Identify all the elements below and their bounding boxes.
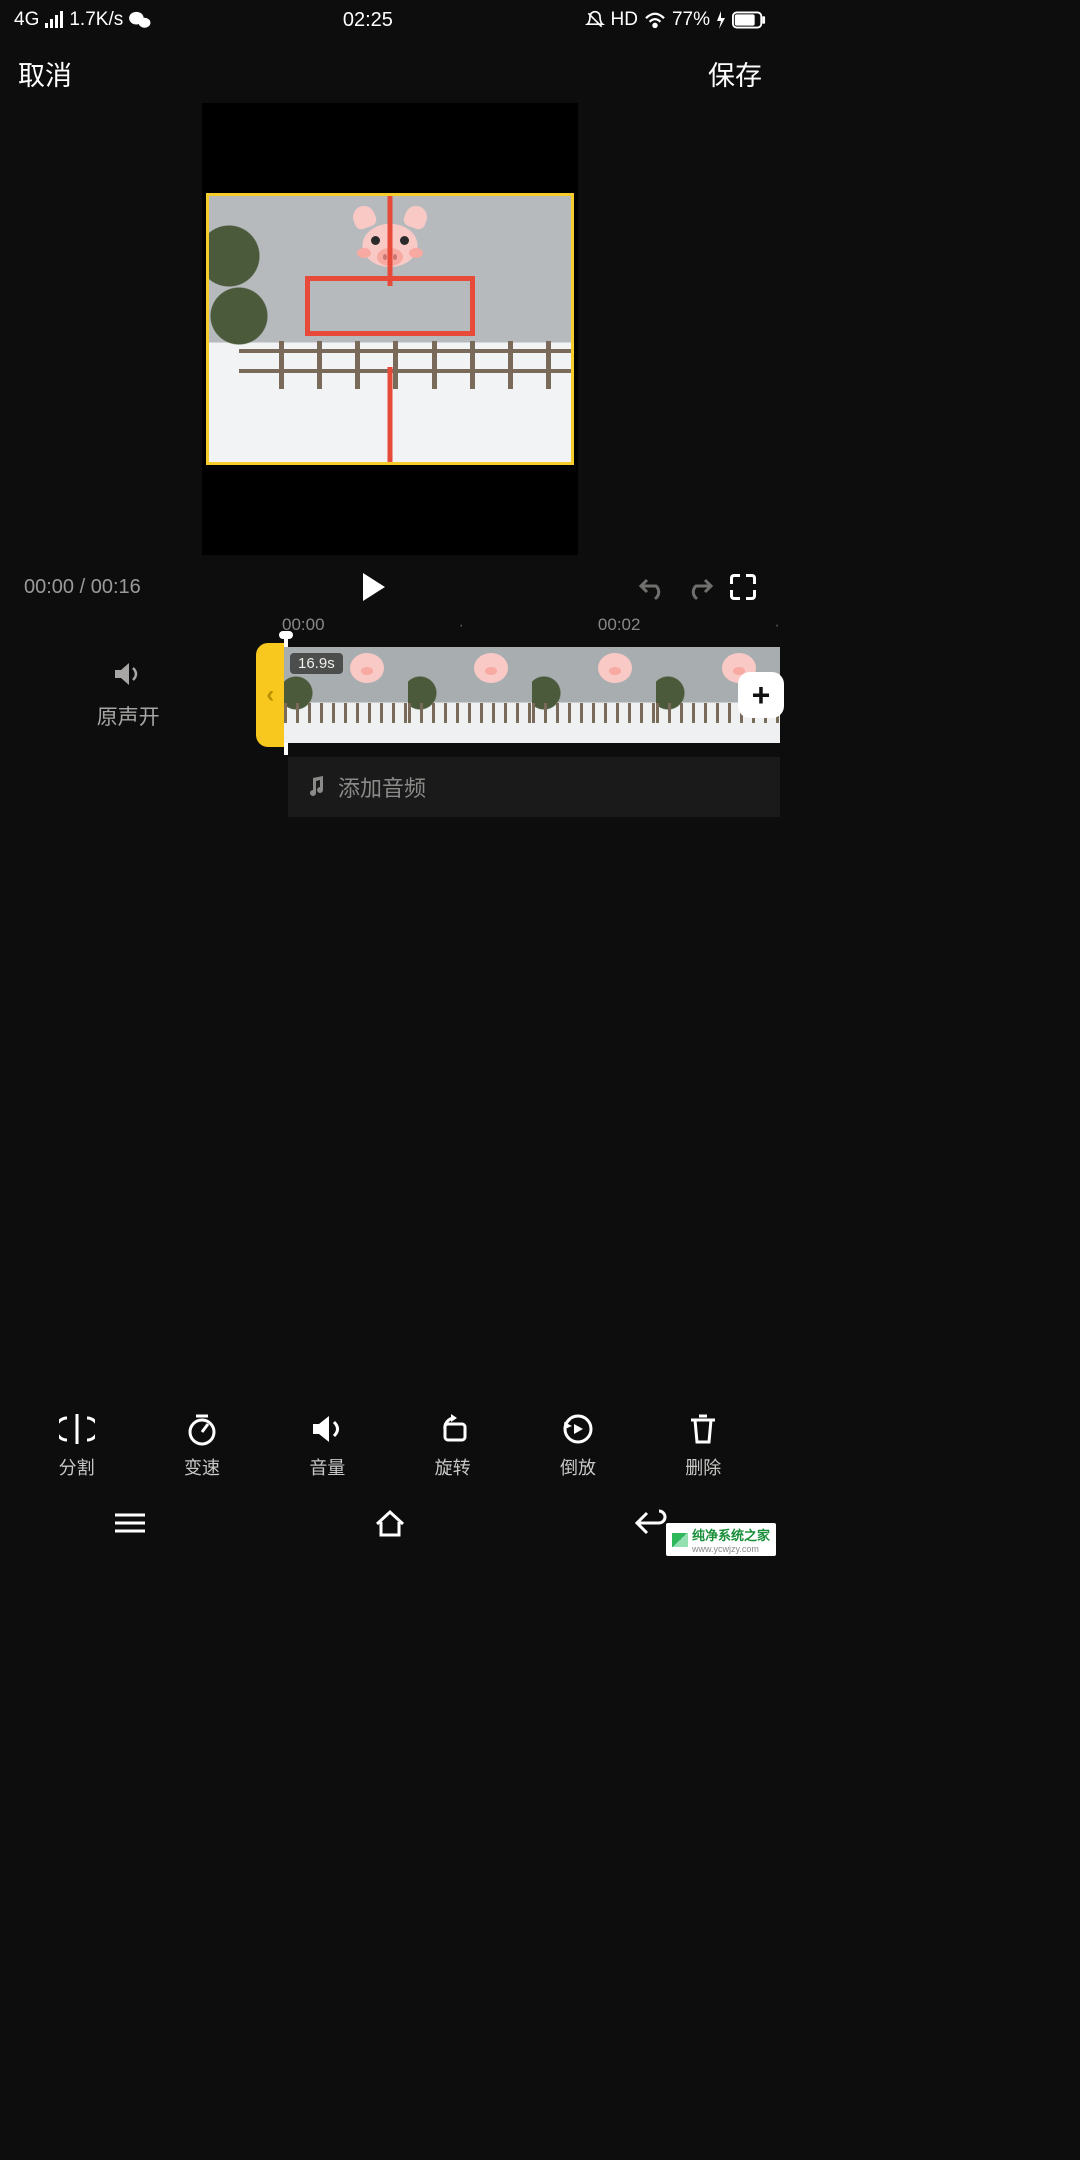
annotation-arrow-up	[388, 193, 393, 286]
cancel-button[interactable]: 取消	[18, 54, 72, 93]
tool-volume[interactable]: 音量	[309, 1412, 345, 1480]
time-display: 00:00 / 00:16	[24, 576, 141, 599]
timeline: 原声开 ‹ 16.9s +	[0, 643, 780, 747]
save-button[interactable]: 保存	[708, 54, 762, 93]
signal-icon	[45, 12, 63, 28]
watermark: 纯净系统之家 www.ycwjzy.com	[666, 1523, 776, 1556]
ruler-dot: ·	[458, 615, 464, 635]
tool-split[interactable]: 分割	[59, 1412, 95, 1480]
fullscreen-button[interactable]	[730, 574, 756, 600]
reverse-icon	[560, 1412, 596, 1446]
clip-thumbnail[interactable]	[408, 647, 532, 743]
nav-back-button[interactable]	[633, 1509, 667, 1542]
tool-bar: 分割 变速 音量 旋转 倒放 删除	[0, 1412, 780, 1480]
speed-icon	[184, 1412, 220, 1446]
status-right: HD 77%	[585, 9, 766, 31]
status-bar: 4G 1.7K/s 02:25 HD 77%	[0, 0, 780, 40]
original-sound-toggle[interactable]: 原声开	[0, 660, 256, 731]
tool-label: 倒放	[560, 1454, 596, 1480]
tool-reverse[interactable]: 倒放	[560, 1412, 596, 1480]
video-preview[interactable]	[202, 103, 578, 555]
clip-thumbnail[interactable]	[532, 647, 656, 743]
playback-bar: 00:00 / 00:16	[0, 555, 780, 611]
clip-thumbnail[interactable]: 16.9s	[284, 647, 408, 743]
wechat-icon	[129, 10, 151, 30]
preview-area	[0, 103, 780, 555]
tool-rotate[interactable]: 旋转	[435, 1412, 471, 1480]
status-left: 4G 1.7K/s	[14, 9, 151, 31]
speaker-icon	[113, 660, 143, 695]
play-button[interactable]	[363, 573, 385, 601]
crop-frame[interactable]	[206, 193, 574, 465]
clip-handle-left[interactable]: ‹	[256, 643, 284, 747]
tool-label: 分割	[59, 1454, 95, 1480]
annotation-arrow-down	[388, 367, 393, 465]
ruler-dot: ·	[774, 615, 780, 635]
redo-button[interactable]	[684, 574, 714, 600]
add-audio-label: 添加音频	[338, 771, 426, 803]
tool-delete[interactable]: 删除	[685, 1412, 721, 1480]
network-speed: 1.7K/s	[69, 9, 123, 31]
music-note-icon	[306, 776, 326, 798]
original-sound-label: 原声开	[97, 701, 160, 731]
time-total: 00:16	[91, 576, 141, 598]
scene-fence	[239, 345, 571, 385]
undo-button[interactable]	[638, 574, 668, 600]
timeline-ruler: 00:00 · 00:02 ·	[0, 611, 780, 643]
clock: 02:25	[343, 9, 393, 32]
network-label: 4G	[14, 9, 39, 31]
nav-menu-button[interactable]	[113, 1511, 147, 1540]
add-audio-button[interactable]: 添加音频	[288, 757, 780, 817]
system-nav-bar	[0, 1490, 780, 1560]
trash-icon	[687, 1412, 719, 1446]
split-icon	[59, 1412, 95, 1446]
tool-label: 旋转	[435, 1454, 471, 1480]
bell-off-icon	[585, 10, 605, 30]
wifi-icon	[644, 11, 666, 29]
clip-track[interactable]: 16.9s +	[284, 647, 780, 743]
add-clip-button[interactable]: +	[738, 672, 784, 718]
clip-duration-badge: 16.9s	[290, 653, 343, 674]
volume-icon	[309, 1412, 345, 1446]
rotate-icon	[435, 1412, 471, 1446]
watermark-url: www.ycwjzy.com	[692, 1544, 770, 1554]
time-sep: /	[80, 576, 86, 598]
tool-speed[interactable]: 变速	[184, 1412, 220, 1480]
tool-label: 音量	[309, 1454, 345, 1480]
tool-label: 删除	[685, 1454, 721, 1480]
tool-label: 变速	[184, 1454, 220, 1480]
hd-label: HD	[611, 9, 638, 31]
watermark-title: 纯净系统之家	[692, 1528, 770, 1543]
charging-icon	[716, 11, 726, 29]
nav-home-button[interactable]	[373, 1508, 407, 1543]
battery-pct: 77%	[672, 9, 710, 31]
editor-header: 取消 保存	[0, 40, 780, 103]
battery-icon	[732, 11, 766, 29]
watermark-flag-icon	[672, 1533, 688, 1547]
time-current: 00:00	[24, 576, 74, 598]
ruler-tick-1: 00:02	[598, 615, 641, 635]
